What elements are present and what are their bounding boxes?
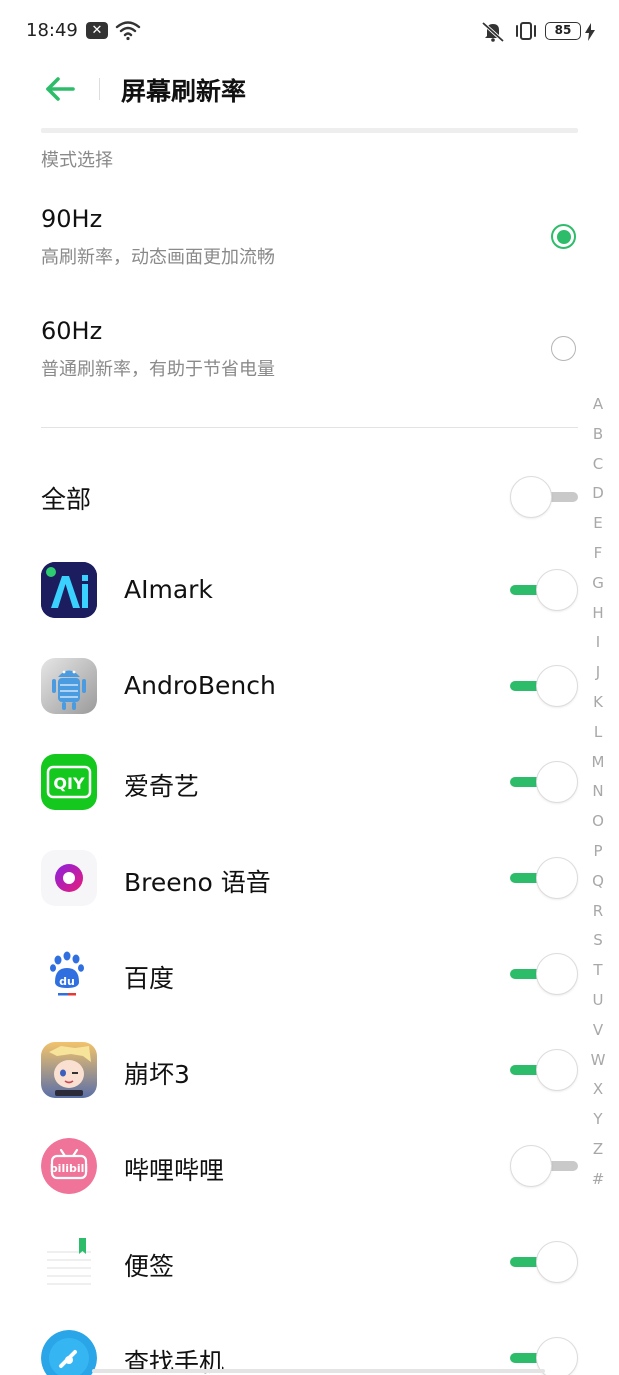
app-toggle[interactable] bbox=[510, 857, 578, 899]
androbench-icon bbox=[41, 658, 97, 714]
back-arrow-icon[interactable] bbox=[44, 75, 76, 103]
svg-text:du: du bbox=[59, 975, 75, 988]
charging-bolt-icon bbox=[585, 23, 595, 41]
index-letter[interactable]: H bbox=[588, 601, 608, 631]
app-row-notes[interactable]: 便签 bbox=[0, 1215, 619, 1311]
honkai3-icon bbox=[41, 1042, 97, 1098]
index-letter[interactable]: V bbox=[588, 1018, 608, 1048]
home-indicator bbox=[92, 1369, 545, 1373]
baidu-icon: du bbox=[41, 946, 97, 1002]
app-row-honkai3[interactable]: 崩坏3 bbox=[0, 1023, 619, 1119]
index-letter[interactable]: Q bbox=[588, 869, 608, 899]
app-row-breeno[interactable]: Breeno 语音 bbox=[0, 831, 619, 927]
wifi-icon bbox=[115, 21, 141, 41]
index-letter[interactable]: L bbox=[588, 720, 608, 750]
app-row-find-phone[interactable]: 查找手机 bbox=[0, 1311, 619, 1375]
index-letter[interactable]: C bbox=[588, 452, 608, 482]
section-label: 模式选择 bbox=[41, 150, 113, 171]
top-divider bbox=[41, 128, 578, 133]
index-letter[interactable]: W bbox=[588, 1048, 608, 1078]
index-letter[interactable]: E bbox=[588, 511, 608, 541]
app-name: 哔哩哔哩 bbox=[124, 1156, 225, 1185]
app-row-aimark[interactable]: AImark bbox=[0, 543, 619, 639]
svg-text:QIY: QIY bbox=[53, 774, 85, 793]
app-row-androbench[interactable]: AndroBench bbox=[0, 639, 619, 735]
app-toggle[interactable] bbox=[510, 1145, 578, 1187]
svg-text:bilibili: bilibili bbox=[50, 1162, 88, 1175]
index-letter[interactable]: A bbox=[588, 392, 608, 422]
app-toggle[interactable] bbox=[510, 953, 578, 995]
index-letter[interactable]: M bbox=[588, 750, 608, 780]
page-title: 屏幕刷新率 bbox=[121, 77, 247, 106]
index-letter[interactable]: Z bbox=[588, 1137, 608, 1167]
mode-description: 高刷新率，动态画面更加流畅 bbox=[41, 247, 275, 268]
index-letter[interactable]: X bbox=[588, 1077, 608, 1107]
app-name: 爱奇艺 bbox=[124, 772, 200, 801]
app-name: 百度 bbox=[124, 964, 175, 993]
app-row-iqiyi[interactable]: QIY 爱奇艺 bbox=[0, 735, 619, 831]
mode-name: 60Hz bbox=[41, 317, 103, 345]
status-time: 18:49 bbox=[26, 20, 78, 41]
index-letter[interactable]: # bbox=[588, 1167, 608, 1197]
app-name: AndroBench bbox=[124, 671, 276, 700]
app-toggle[interactable] bbox=[510, 1241, 578, 1283]
notes-icon bbox=[41, 1234, 97, 1290]
app-toggle[interactable] bbox=[510, 665, 578, 707]
alphabet-index[interactable]: A B C D E F G H I J K L M N O P Q R S T … bbox=[588, 392, 608, 1197]
app-toggle[interactable] bbox=[510, 1049, 578, 1091]
section-divider bbox=[41, 427, 578, 428]
mode-description: 普通刷新率，有助于节省电量 bbox=[41, 359, 275, 380]
aimark-icon bbox=[41, 562, 97, 618]
app-row-bilibili[interactable]: bilibili 哔哩哔哩 bbox=[0, 1119, 619, 1215]
index-letter[interactable]: I bbox=[588, 630, 608, 660]
app-row-baidu[interactable]: du 百度 bbox=[0, 927, 619, 1023]
app-name: 便签 bbox=[124, 1252, 175, 1281]
all-apps-row[interactable]: 全部 bbox=[0, 450, 619, 546]
battery-icon: 85 bbox=[545, 22, 581, 40]
find-phone-icon bbox=[41, 1330, 97, 1375]
index-letter[interactable]: K bbox=[588, 690, 608, 720]
index-letter[interactable]: G bbox=[588, 571, 608, 601]
index-letter[interactable]: S bbox=[588, 928, 608, 958]
app-toggle[interactable] bbox=[510, 761, 578, 803]
iqiyi-icon: QIY bbox=[41, 754, 97, 810]
index-letter[interactable]: N bbox=[588, 779, 608, 809]
index-letter[interactable]: R bbox=[588, 899, 608, 929]
radio-90hz[interactable] bbox=[551, 224, 576, 249]
index-letter[interactable]: Y bbox=[588, 1107, 608, 1137]
index-letter[interactable]: B bbox=[588, 422, 608, 452]
index-letter[interactable]: P bbox=[588, 839, 608, 869]
mode-option-60hz[interactable]: 60Hz 普通刷新率，有助于节省电量 bbox=[0, 317, 619, 417]
vibrate-icon bbox=[516, 22, 536, 40]
status-bar: 18:49 ✕ 85 bbox=[0, 0, 619, 62]
app-name: Breeno 语音 bbox=[124, 868, 271, 897]
radio-60hz[interactable] bbox=[551, 336, 576, 361]
app-name: AImark bbox=[124, 575, 213, 604]
mute-bell-icon bbox=[481, 21, 505, 42]
index-letter[interactable]: O bbox=[588, 809, 608, 839]
index-letter[interactable]: F bbox=[588, 541, 608, 571]
all-toggle[interactable] bbox=[510, 476, 578, 518]
index-letter[interactable]: D bbox=[588, 481, 608, 511]
mode-name: 90Hz bbox=[41, 205, 103, 233]
mode-option-90hz[interactable]: 90Hz 高刷新率，动态画面更加流畅 bbox=[0, 205, 619, 305]
header-separator bbox=[99, 78, 100, 100]
bilibili-icon: bilibili bbox=[41, 1138, 97, 1194]
message-badge-icon: ✕ bbox=[86, 22, 108, 39]
app-toggle[interactable] bbox=[510, 569, 578, 611]
index-letter[interactable]: U bbox=[588, 988, 608, 1018]
breeno-icon bbox=[41, 850, 97, 906]
all-label: 全部 bbox=[41, 485, 92, 514]
app-name: 崩坏3 bbox=[124, 1060, 190, 1089]
index-letter[interactable]: T bbox=[588, 958, 608, 988]
index-letter[interactable]: J bbox=[588, 660, 608, 690]
app-header: 屏幕刷新率 bbox=[0, 62, 619, 118]
